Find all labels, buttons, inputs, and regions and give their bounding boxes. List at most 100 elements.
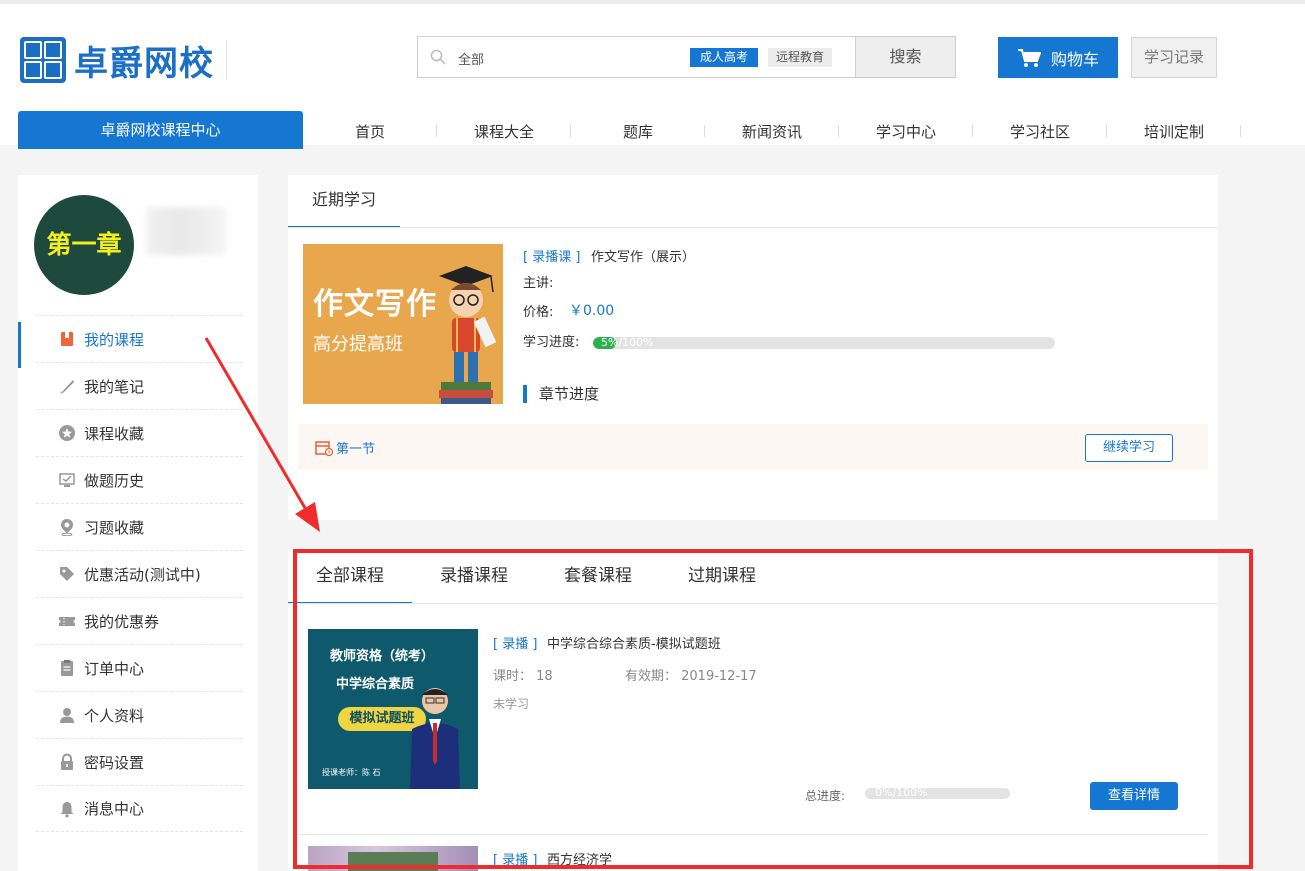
course-list-panel: 全部课程 录播课程 套餐课程 过期课程 教师资格（统考） 中学综合素质 模拟试题… — [288, 548, 1218, 871]
logo-text: 卓爵网校 — [74, 43, 214, 84]
avatar-text: 第一章 — [46, 230, 122, 259]
course-type-label: [ 录播课 ] — [523, 250, 581, 265]
study-progress-bar: 5%/100% — [593, 337, 1055, 349]
nav-item-community[interactable]: 学习社区 — [973, 111, 1107, 149]
sidebar-item-profile[interactable]: 个人资料 — [36, 691, 243, 738]
thumbnail-subtitle: 高分提高班 — [313, 334, 403, 355]
location-pin-icon — [61, 519, 73, 536]
sidebar-item-label: 我的优惠券 — [84, 612, 160, 631]
tab-all-courses[interactable]: 全部课程 — [288, 548, 412, 604]
thumbnail-line-1: 教师资格（统考） — [330, 649, 435, 664]
nav-course-center[interactable]: 卓爵网校课程中心 — [18, 111, 303, 149]
site-logo[interactable]: 卓爵网校 — [20, 34, 214, 86]
tab-recorded-courses[interactable]: 录播课程 — [412, 548, 536, 604]
sidebar-item-messages[interactable]: 消息中心 — [36, 785, 243, 832]
view-details-button[interactable]: 查看详情 — [1090, 782, 1178, 810]
nav-item-courses[interactable]: 课程大全 — [437, 111, 571, 149]
sidebar-item-exercise-favorites[interactable]: 习题收藏 — [36, 503, 243, 550]
book-icon — [61, 332, 73, 346]
progress-text: 5%/100% — [601, 337, 654, 349]
thumbnail-board — [348, 852, 438, 871]
blurred-username — [146, 207, 226, 255]
price-label: 价格: — [523, 305, 554, 320]
clipboard-icon — [61, 660, 73, 676]
sidebar-item-label: 密码设置 — [84, 753, 145, 772]
continue-study-button[interactable]: 继续学习 — [1085, 434, 1173, 462]
sidebar-item-my-coupons[interactable]: 我的优惠券 — [36, 597, 243, 644]
nav-item-question-bank[interactable]: 题库 — [571, 111, 705, 149]
sidebar-item-promotions[interactable]: 优惠活动(测试中) — [36, 550, 243, 597]
ticket-icon — [59, 617, 75, 626]
price-value: ￥0.00 — [569, 303, 615, 319]
nav-item-study-center[interactable]: 学习中心 — [839, 111, 973, 149]
tab-divider — [288, 227, 1218, 228]
user-icon — [60, 708, 74, 723]
course-thumbnail[interactable]: 教师资格（统考） 中学综合素质 模拟试题班 授课老师：陈 石 — [308, 629, 478, 789]
sidebar-item-label: 做题历史 — [84, 471, 145, 490]
logo-mark-icon — [20, 37, 66, 83]
course-title[interactable]: 西方经济学 — [547, 849, 612, 868]
header: 卓爵网校 全部 成人高考 远程教育 搜索 购物车 学习记录 卓爵网校课程中心 首… — [0, 4, 1305, 149]
search-box[interactable]: 全部 成人高考 远程教育 — [417, 36, 856, 78]
course-thumbnail[interactable]: 作文写作 高分提高班 — [303, 244, 503, 404]
logo-divider — [226, 40, 227, 80]
sidebar-item-orders[interactable]: 订单中心 — [36, 644, 243, 691]
tab-package-courses[interactable]: 套餐课程 — [536, 548, 660, 604]
course-type-label: [ 录播 ] — [493, 637, 538, 652]
tag-icon — [60, 567, 74, 581]
sidebar-item-label: 我的课程 — [84, 330, 145, 349]
thumbnail-teacher: 授课老师：陈 石 — [322, 768, 381, 777]
search-input[interactable]: 全部 — [458, 49, 484, 68]
chapter-progress-heading: 章节进度 — [523, 385, 599, 403]
course-thumbnail[interactable] — [308, 846, 478, 871]
sidebar-item-course-favorites[interactable]: 课程收藏 — [36, 409, 243, 456]
cart-icon — [1017, 48, 1041, 67]
nav-item-news[interactable]: 新闻资讯 — [705, 111, 839, 149]
avatar[interactable]: 第一章 — [34, 195, 134, 295]
progress-text: 0%/100% — [875, 786, 928, 799]
course-type-label: [ 录播 ] — [493, 853, 538, 868]
course-title[interactable]: 作文写作（展示） — [591, 246, 695, 265]
sidebar-item-label: 优惠活动(测试中) — [84, 565, 201, 584]
nav-item-home[interactable]: 首页 — [303, 111, 437, 149]
teacher-photo — [410, 688, 460, 789]
course-tabs: 全部课程 录播课程 套餐课程 过期课程 — [288, 548, 784, 604]
lecturer-label: 主讲: — [523, 276, 554, 291]
tab-expired-courses[interactable]: 过期课程 — [660, 548, 784, 604]
cart-label: 购物车 — [1050, 49, 1099, 69]
nav-item-training[interactable]: 培训定制 — [1107, 111, 1241, 149]
sidebar-menu: 我的课程 我的笔记 课程收藏 做题历史 习题收藏 优惠活动(测试中) 我的优惠券 — [18, 315, 243, 832]
total-progress-label: 总进度: — [805, 789, 846, 803]
user-sidebar: 第一章 我的课程 我的笔记 课程收藏 做题历史 习题收藏 优惠活动(测试中) 我… — [18, 175, 258, 871]
pen-icon — [60, 380, 74, 394]
thumbnail-line-2: 中学综合素质 — [336, 677, 415, 692]
sidebar-item-my-courses[interactable]: 我的课程 — [18, 315, 243, 368]
cartoon-student-illustration — [439, 266, 497, 404]
section-link[interactable]: 第一节 — [336, 438, 375, 457]
sidebar-item-label: 个人资料 — [84, 706, 145, 725]
bell-icon — [60, 801, 74, 817]
sidebar-item-exercise-history[interactable]: 做题历史 — [36, 456, 243, 503]
search-tag-adult-exam[interactable]: 成人高考 — [690, 48, 759, 67]
course-title[interactable]: 中学综合综合素质-模拟试题班 — [547, 633, 721, 652]
search-tag-distance-edu[interactable]: 远程教育 — [768, 48, 833, 67]
total-progress-bar: 0%/100% — [865, 786, 1010, 799]
sidebar-item-my-notes[interactable]: 我的笔记 — [36, 362, 243, 409]
star-icon — [59, 425, 75, 441]
progress-label: 学习进度: — [523, 335, 580, 350]
monitor-icon — [59, 473, 75, 487]
search-button[interactable]: 搜索 — [855, 36, 956, 78]
sidebar-item-label: 订单中心 — [84, 659, 145, 678]
sidebar-item-password[interactable]: 密码设置 — [36, 738, 243, 785]
sidebar-item-label: 消息中心 — [84, 800, 145, 818]
tab-recent-study[interactable]: 近期学习 — [288, 175, 400, 228]
course-validity: 有效期： 2019-12-17 — [625, 669, 757, 684]
thumbnail-title: 作文写作 — [313, 287, 437, 322]
search-icon — [430, 49, 446, 65]
main-nav: 首页 课程大全 题库 新闻资讯 学习中心 学习社区 培训定制 — [303, 111, 1241, 149]
sidebar-item-label: 课程收藏 — [84, 424, 145, 443]
cart-button[interactable]: 购物车 — [998, 37, 1118, 78]
row-divider — [298, 834, 1208, 835]
study-record-button[interactable]: 学习记录 — [1131, 37, 1217, 78]
sidebar-item-label: 习题收藏 — [84, 518, 145, 537]
